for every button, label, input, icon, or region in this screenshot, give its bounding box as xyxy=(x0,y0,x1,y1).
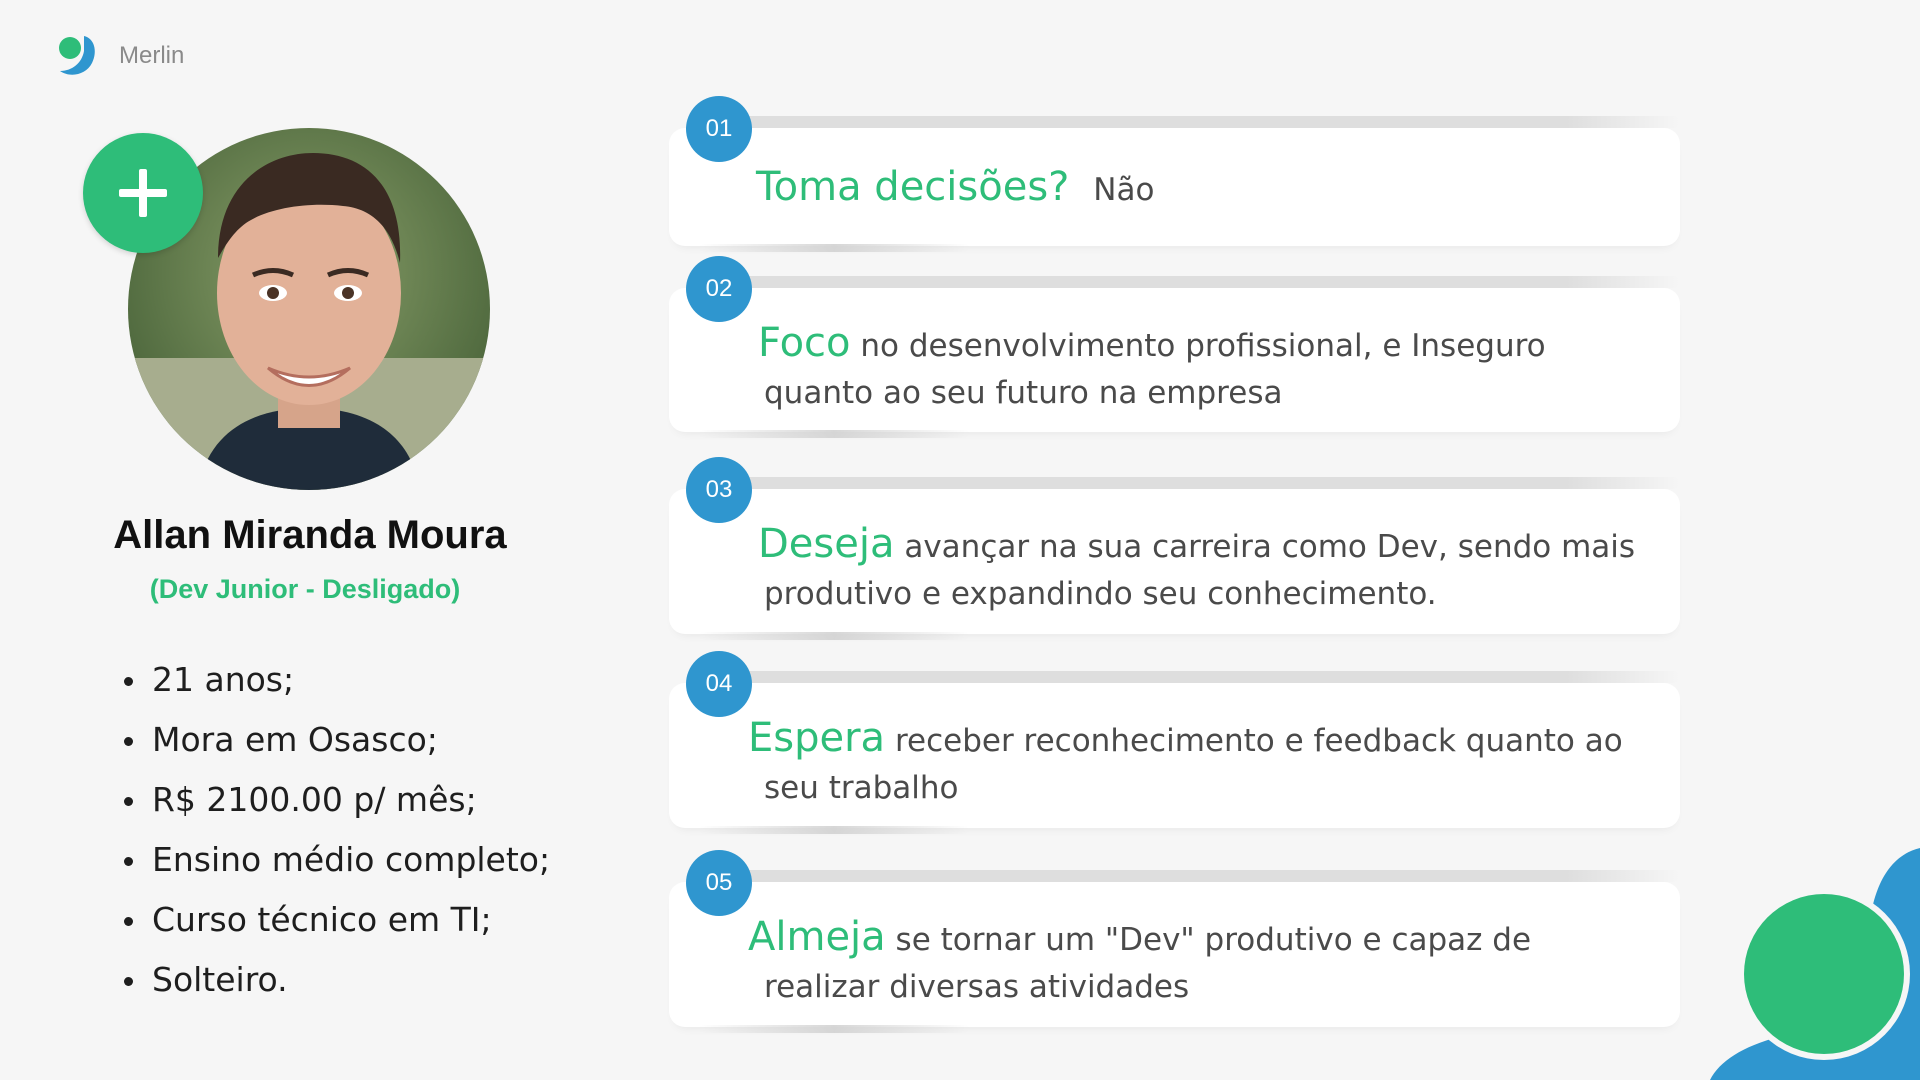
card-number-badge: 05 xyxy=(686,850,752,916)
card-shadow xyxy=(699,244,969,252)
card-description: no desenvolvimento profissional, e Inseg… xyxy=(764,328,1546,411)
bullet-icon xyxy=(124,797,133,806)
profile-role: (Dev Junior - Desligado) xyxy=(149,574,461,604)
card-desire: 03 Deseja avançar na sua carreira como D… xyxy=(669,457,1680,640)
facts-list: 21 anos; Mora em Osasco; R$ 2100.00 p/ m… xyxy=(118,650,550,1010)
card-shadow xyxy=(699,826,969,834)
fact-item: R$ 2100.00 p/ mês; xyxy=(118,770,550,830)
card-text: Toma decisões? Não xyxy=(756,164,1650,214)
profile-name: Allan Miranda Moura xyxy=(113,513,507,557)
bullet-icon xyxy=(124,977,133,986)
card-expect: 04 Espera receber reconhecimento e feedb… xyxy=(669,651,1680,834)
card-shadow xyxy=(699,1025,969,1033)
fact-item: Mora em Osasco; xyxy=(118,710,550,770)
card-description: avançar na sua carreira como Dev, sendo … xyxy=(764,529,1636,612)
card-divider xyxy=(729,116,1680,128)
card-keyword: Toma decisões? xyxy=(756,164,1070,210)
card-number-badge: 03 xyxy=(686,457,752,523)
card-divider xyxy=(729,276,1680,288)
card-number-badge: 01 xyxy=(686,96,752,162)
bullet-icon xyxy=(124,737,133,746)
card-decision: 01 Toma decisões? Não xyxy=(669,96,1680,252)
card-description: receber reconhecimento e feedback quanto… xyxy=(764,723,1623,806)
fact-item: Solteiro. xyxy=(118,950,550,1010)
fact-item: 21 anos; xyxy=(118,650,550,710)
card-text: Deseja avançar na sua carreira como Dev,… xyxy=(758,521,1650,618)
bullet-icon xyxy=(124,917,133,926)
bullet-icon xyxy=(124,857,133,866)
fact-item: Ensino médio completo; xyxy=(118,830,550,890)
card-focus: 02 Foco no desenvolvimento profissional,… xyxy=(669,256,1680,438)
card-divider xyxy=(729,870,1680,882)
card-keyword: Deseja xyxy=(758,521,895,567)
add-button[interactable] xyxy=(83,133,203,253)
brand-name: Merlin xyxy=(119,42,185,69)
card-description: Não xyxy=(1093,172,1155,208)
card-keyword: Foco xyxy=(758,320,851,366)
card-shadow xyxy=(699,632,969,640)
card-number-badge: 04 xyxy=(686,651,752,717)
card-text: Espera receber reconhecimento e feedback… xyxy=(748,715,1650,812)
fact-item: Curso técnico em TI; xyxy=(118,890,550,950)
decorative-shapes xyxy=(1710,848,1920,1080)
card-divider xyxy=(729,477,1680,489)
card-shadow xyxy=(699,430,969,438)
card-text: Almeja se tornar um "Dev" produtivo e ca… xyxy=(748,914,1650,1011)
bullet-icon xyxy=(124,677,133,686)
merlin-logo-icon xyxy=(59,36,95,75)
plus-icon xyxy=(119,169,167,217)
card-aspire: 05 Almeja se tornar um "Dev" produtivo e… xyxy=(669,850,1680,1033)
card-text: Foco no desenvolvimento profissional, e … xyxy=(758,320,1650,417)
card-keyword: Almeja xyxy=(748,914,886,960)
card-number-badge: 02 xyxy=(686,256,752,322)
card-keyword: Espera xyxy=(748,715,886,761)
card-divider xyxy=(729,671,1680,683)
